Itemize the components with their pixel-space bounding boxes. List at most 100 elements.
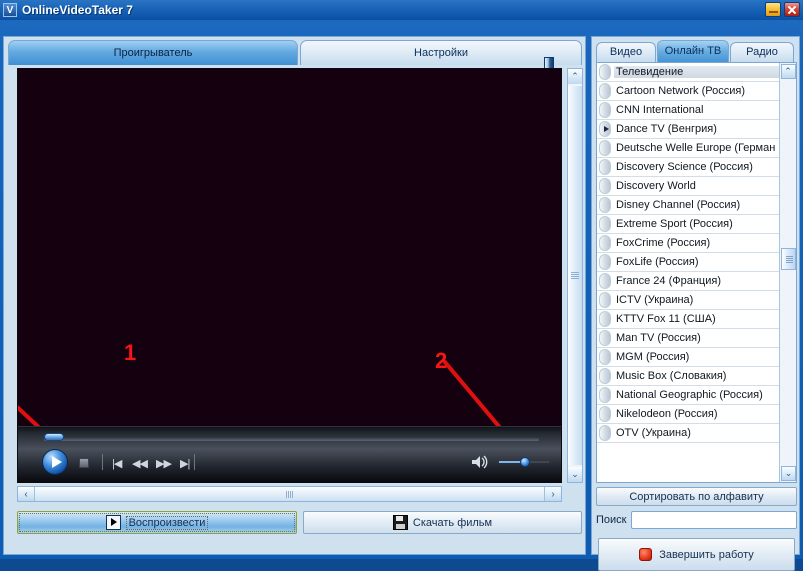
channel-list-item[interactable]: Man TV (Россия)	[597, 329, 779, 348]
channel-list-item[interactable]: Discovery World	[597, 177, 779, 196]
channel-list-item[interactable]: Discovery Science (Россия)	[597, 158, 779, 177]
scroll-down-icon[interactable]: ⌄	[781, 466, 796, 481]
save-icon	[392, 515, 408, 530]
control-separator-2	[194, 454, 195, 470]
title-bar: V OnlineVideoTaker 7	[0, 0, 803, 20]
channel-list-scrollbar[interactable]: ⌃ ⌄	[779, 63, 796, 482]
volume-slider-thumb[interactable]	[520, 457, 530, 467]
tab-video[interactable]: Видео	[596, 42, 656, 62]
channel-list-item[interactable]: Music Box (Словакия)	[597, 367, 779, 386]
window-controls	[765, 2, 800, 17]
channel-list-item[interactable]: Nikelodeon (Россия)	[597, 405, 779, 424]
channel-list-item[interactable]: Deutsche Welle Europe (Герман	[597, 139, 779, 158]
channel-bullet-icon	[599, 406, 611, 422]
minimize-button[interactable]	[765, 2, 781, 17]
channel-list-item[interactable]: FoxLife (Россия)	[597, 253, 779, 272]
video-surface[interactable]: 1 2	[18, 69, 561, 446]
channel-bullet-icon	[599, 216, 611, 232]
channel-list-item[interactable]: France 24 (Франция)	[597, 272, 779, 291]
video-vertical-scrollbar[interactable]: ⌃ ⌄	[567, 68, 583, 483]
channel-name: ICTV (Украина)	[616, 294, 694, 306]
channel-name: MGM (Россия)	[616, 351, 690, 363]
right-panel: Видео Онлайн ТВ Радио Телевидение Cartoon…	[591, 36, 800, 571]
channel-bullet-icon	[599, 292, 611, 308]
channel-name: Deutsche Welle Europe (Герман	[616, 142, 776, 154]
channel-list-box: Телевидение Cartoon Network (Россия) CNN I…	[596, 62, 797, 483]
play-icon[interactable]	[42, 449, 68, 475]
channel-list-item[interactable]: National Geographic (Россия)	[597, 386, 779, 405]
left-panel: Проигрыватель Настройки 1 2 |◀ ◀◀ ▶▶ ▶| …	[3, 36, 586, 555]
channel-list-item[interactable]: Cartoon Network (Россия)	[597, 82, 779, 101]
stop-red-icon	[639, 548, 653, 561]
channel-list-item[interactable]: OTV (Украина)	[597, 424, 779, 443]
channel-list[interactable]: Телевидение Cartoon Network (Россия) CNN I…	[597, 63, 779, 482]
scroll-up-icon[interactable]: ⌃	[568, 69, 582, 84]
channel-bullet-icon	[599, 64, 611, 80]
channel-list-item[interactable]: ICTV (Украина)	[597, 291, 779, 310]
application-window: V OnlineVideoTaker 7 Проигрыватель Настр…	[0, 0, 803, 571]
play-movie-button[interactable]: Воспроизвести	[17, 511, 297, 534]
play-icon	[105, 515, 121, 530]
channel-name: FoxLife (Россия)	[616, 256, 699, 268]
video-player-frame[interactable]: 1 2 |◀ ◀◀ ▶▶ ▶|	[17, 68, 562, 483]
channel-bullet-icon	[599, 254, 611, 270]
vertical-scroll-thumb[interactable]	[568, 86, 582, 465]
channel-name: OTV (Украина)	[616, 427, 691, 439]
playing-icon	[599, 121, 611, 137]
close-button[interactable]	[784, 2, 800, 17]
app-logo-icon: V	[3, 3, 17, 17]
channel-bullet-icon	[599, 159, 611, 175]
download-movie-button[interactable]: Скачать фильм	[303, 511, 582, 534]
stop-icon[interactable]	[79, 458, 89, 468]
tab-settings[interactable]: Настройки	[300, 40, 582, 65]
sort-alphabetically-button[interactable]: Сортировать по алфавиту	[596, 487, 797, 506]
channel-name: FoxCrime (Россия)	[616, 237, 711, 249]
annotation-label-2: 2	[435, 348, 448, 373]
channel-name: Телевидение	[614, 66, 779, 78]
channel-name: Disney Channel (Россия)	[616, 199, 741, 211]
right-tab-bar: Видео Онлайн ТВ Радио	[596, 40, 797, 62]
channel-list-item[interactable]: MGM (Россия)	[597, 348, 779, 367]
channel-bullet-icon	[599, 140, 611, 156]
play-movie-label: Воспроизвести	[125, 515, 209, 530]
exit-button[interactable]: Завершить работу	[598, 538, 795, 571]
seek-slider-track[interactable]	[44, 438, 539, 441]
channel-name: National Geographic (Россия)	[616, 389, 763, 401]
channel-list-item[interactable]: CNN International	[597, 101, 779, 120]
fast-forward-icon[interactable]: ▶▶	[156, 457, 172, 470]
channel-list-item[interactable]: Disney Channel (Россия)	[597, 196, 779, 215]
channel-name: Man TV (Россия)	[616, 332, 701, 344]
channel-bullet-icon	[599, 178, 611, 194]
tab-online-tv[interactable]: Онлайн ТВ	[657, 40, 729, 62]
channel-list-item[interactable]: FoxCrime (Россия)	[597, 234, 779, 253]
video-horizontal-scrollbar[interactable]: ‹ ›	[17, 486, 562, 502]
search-row: Поиск	[596, 510, 797, 530]
scroll-right-icon[interactable]: ›	[544, 487, 561, 501]
horizontal-scroll-thumb[interactable]	[35, 487, 544, 501]
volume-icon[interactable]	[471, 455, 489, 469]
channel-bullet-icon	[599, 273, 611, 289]
scroll-down-icon[interactable]: ⌄	[568, 467, 582, 482]
tab-player[interactable]: Проигрыватель	[8, 40, 298, 65]
channel-name: Music Box (Словакия)	[616, 370, 727, 382]
channel-scroll-thumb[interactable]	[781, 248, 796, 270]
channel-list-item[interactable]: Extreme Sport (Россия)	[597, 215, 779, 234]
channel-list-item[interactable]: Телевидение	[597, 63, 779, 82]
channel-name: KTTV Fox 11 (США)	[616, 313, 716, 325]
channel-bullet-icon	[599, 349, 611, 365]
tab-radio[interactable]: Радио	[730, 42, 794, 62]
channel-bullet-icon	[599, 425, 611, 441]
channel-list-item[interactable]: Dance TV (Венгрия)	[597, 120, 779, 139]
next-icon[interactable]: ▶|	[180, 457, 190, 470]
channel-list-item[interactable]: KTTV Fox 11 (США)	[597, 310, 779, 329]
previous-icon[interactable]: |◀	[112, 457, 122, 470]
left-tab-bar: Проигрыватель Настройки	[8, 40, 582, 65]
channel-bullet-icon	[599, 197, 611, 213]
rewind-icon[interactable]: ◀◀	[132, 457, 148, 470]
search-input[interactable]	[631, 511, 797, 529]
seek-slider-thumb[interactable]	[44, 433, 64, 441]
scroll-left-icon[interactable]: ‹	[18, 487, 35, 501]
channel-name: Discovery World	[616, 180, 696, 192]
scroll-up-icon[interactable]: ⌃	[780, 64, 796, 79]
download-movie-label: Скачать фильм	[412, 516, 493, 529]
